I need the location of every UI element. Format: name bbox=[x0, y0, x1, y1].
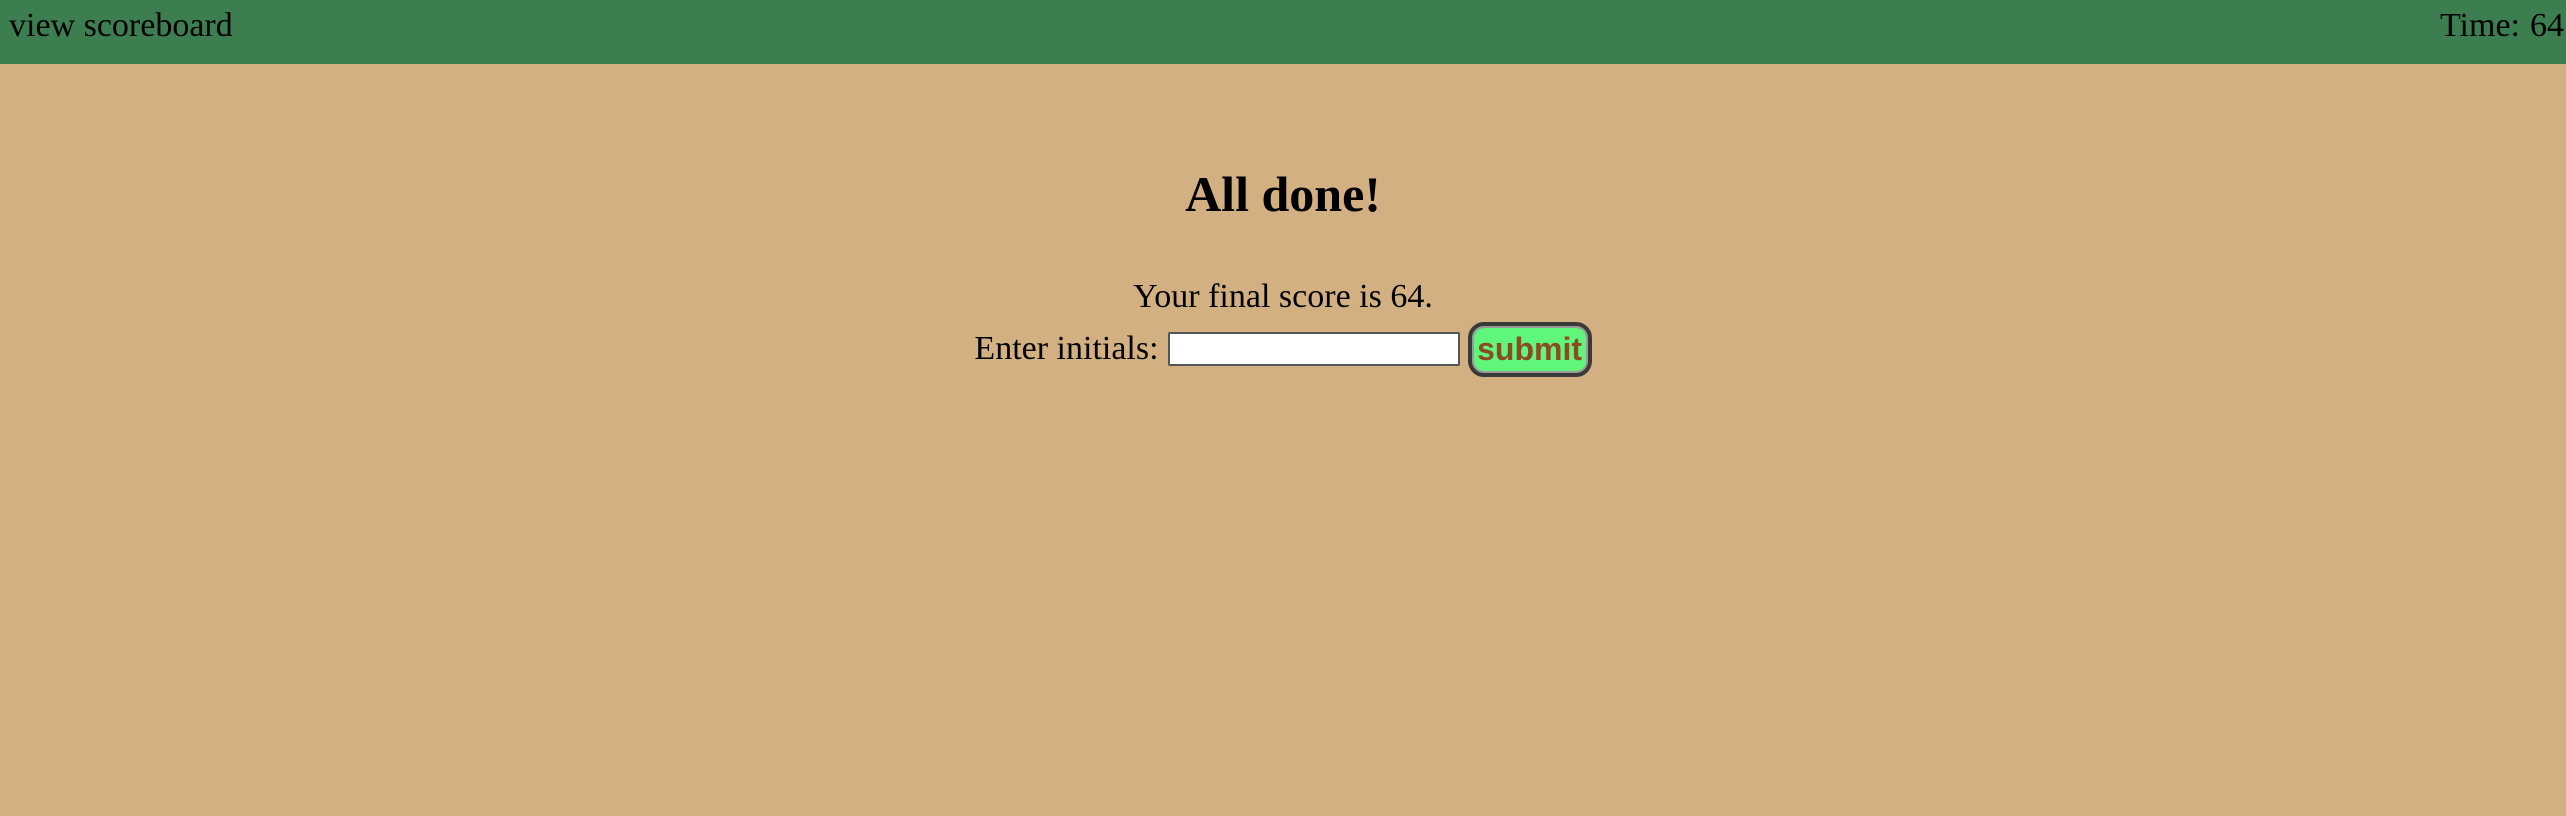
results-panel: All done! Your final score is 64. Enter … bbox=[0, 64, 2566, 378]
final-score-text: Your final score is 64. bbox=[1133, 278, 1433, 315]
view-scoreboard-link[interactable]: view scoreboard bbox=[9, 6, 233, 46]
initials-label: Enter initials: bbox=[974, 330, 1159, 367]
initials-input[interactable] bbox=[1167, 332, 1460, 366]
timer: Time: 64 bbox=[2440, 6, 2564, 46]
initials-form: Enter initials: submit bbox=[0, 320, 2566, 378]
submit-button[interactable]: submit bbox=[1467, 321, 1592, 377]
top-bar: view scoreboard Time: 64 bbox=[0, 0, 2566, 64]
timer-label: Time: bbox=[2439, 7, 2520, 44]
timer-value: 64 bbox=[2530, 7, 2564, 44]
page-title: All done! bbox=[1185, 166, 1381, 222]
